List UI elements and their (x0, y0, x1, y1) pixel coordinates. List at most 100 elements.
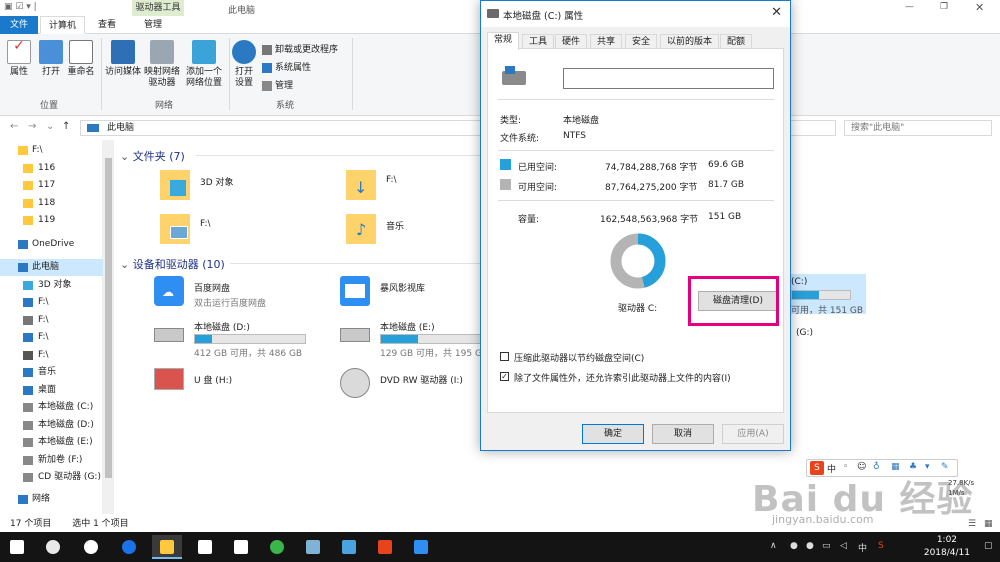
tab-hardware[interactable]: 硬件 (555, 34, 588, 49)
nav-item[interactable]: 本地磁盘 (D:) (0, 417, 103, 434)
index-checkbox[interactable]: ✓ (500, 372, 509, 381)
filesystem-value: NTFS (563, 131, 586, 141)
device-tile-dvd-i[interactable]: DVD RW 驱动器 (I:) (340, 368, 490, 398)
tray-app-icon[interactable]: ● (806, 541, 814, 551)
open-button[interactable]: 打开 (38, 40, 64, 78)
recent-chevron-icon[interactable]: ⌄ (46, 121, 54, 132)
taskbar-app[interactable] (370, 535, 400, 559)
search-input[interactable]: 搜索"此电脑" (844, 120, 992, 136)
nav-item[interactable]: F:\ (0, 347, 103, 364)
open-settings-button[interactable]: 打开设置 (231, 40, 257, 89)
nav-item[interactable]: F:\ (0, 312, 103, 329)
start-button[interactable] (2, 535, 32, 559)
taskbar-app[interactable] (226, 535, 256, 559)
uninstall-programs-button[interactable]: 卸载或更改程序 (262, 44, 338, 56)
ime-indicator[interactable]: 中 (858, 541, 867, 554)
nav-item[interactable]: 音乐 (0, 364, 103, 381)
nav-item[interactable]: 本地磁盘 (E:) (0, 434, 103, 451)
tab-manage[interactable]: 管理 (136, 16, 170, 34)
system-properties-button[interactable]: 系统属性 (262, 62, 311, 74)
nav-item[interactable]: 116 (0, 160, 103, 177)
sogou-tray-icon[interactable]: S (878, 541, 884, 551)
nav-item[interactable]: F:\ (0, 294, 103, 311)
taskbar-app[interactable] (190, 535, 220, 559)
clock[interactable]: 1:02 2018/4/11 (924, 534, 970, 560)
network-icon[interactable]: ▭ (822, 541, 831, 551)
nav-item[interactable]: 网络 (0, 491, 103, 508)
nav-item[interactable]: OneDrive (0, 236, 103, 253)
rename-button[interactable]: 重命名 (66, 40, 96, 78)
nav-item[interactable]: 117 (0, 177, 103, 194)
notification-icon[interactable]: ▢ (984, 541, 993, 551)
forward-icon[interactable]: → (28, 121, 36, 132)
folder-tile[interactable]: ♪ 音乐 (346, 214, 496, 248)
device-tile-drive-c[interactable]: (C:) 可用，共 151 GB (786, 274, 866, 316)
tab-file[interactable]: 文件 (0, 16, 38, 34)
compress-checkbox[interactable] (500, 352, 509, 361)
back-icon[interactable]: ← (10, 121, 18, 132)
tab-general[interactable]: 常规 (487, 32, 520, 50)
device-tile-usb-h[interactable]: U 盘 (H:) (154, 368, 324, 398)
drive-usage-bar (791, 290, 851, 300)
apply-button[interactable]: 应用(A) (722, 424, 784, 444)
taskbar-app[interactable] (298, 535, 328, 559)
close-icon[interactable]: ✕ (975, 1, 984, 14)
pictures-folder-icon (160, 214, 190, 244)
free-space-swatch (500, 179, 511, 190)
dialog-close-icon[interactable]: ✕ (771, 5, 782, 20)
device-tile-drive-d[interactable]: 本地磁盘 (D:) 412 GB 可用，共 486 GB (154, 318, 324, 359)
nav-item[interactable]: F:\ (0, 329, 103, 346)
taskbar-app[interactable] (76, 535, 106, 559)
free-space-bytes: 87,764,275,200 字节 (605, 183, 698, 193)
tray-chevron-icon[interactable]: ∧ (770, 541, 777, 551)
taskbar-app[interactable] (406, 535, 436, 559)
manage-button[interactable]: 管理 (262, 80, 293, 92)
tiles-view-icon[interactable]: ▦ (984, 516, 993, 532)
ok-button[interactable]: 确定 (582, 424, 644, 444)
nav-scrollbar[interactable] (103, 140, 114, 514)
nav-item[interactable]: 118 (0, 195, 103, 212)
nav-scrollbar-thumb[interactable] (105, 158, 112, 478)
drive-g-label[interactable]: (G:) (796, 328, 813, 338)
volume-icon[interactable]: ◁ (840, 541, 847, 551)
tab-quota[interactable]: 配额 (720, 34, 753, 49)
nav-item[interactable]: 119 (0, 212, 103, 229)
tab-view[interactable]: 查看 (90, 16, 124, 34)
cancel-button[interactable]: 取消 (652, 424, 714, 444)
taskbar-explorer[interactable] (152, 535, 182, 559)
taskbar-app[interactable] (38, 535, 68, 559)
taskbar-app[interactable] (334, 535, 364, 559)
nav-item[interactable]: 3D 对象 (0, 277, 103, 294)
restore-icon[interactable]: ❐ (940, 2, 948, 12)
minimize-icon[interactable]: — (905, 2, 914, 12)
up-icon[interactable]: ↑ (62, 121, 70, 132)
taskbar-app[interactable] (262, 535, 292, 559)
nav-item[interactable]: F:\ (0, 142, 103, 159)
tab-security[interactable]: 安全 (625, 34, 658, 49)
folder-tile[interactable]: ↓ F:\ (346, 170, 496, 204)
window-title: 此电脑 (228, 6, 256, 16)
nav-item[interactable]: 桌面 (0, 382, 103, 399)
map-network-drive-button[interactable]: 映射网络驱动器 (142, 40, 182, 89)
folder-tile[interactable]: 3D 对象 (160, 170, 310, 204)
properties-button[interactable]: ✓ 属性 (6, 39, 32, 78)
nav-item[interactable]: 此电脑 (0, 259, 103, 276)
tab-previous-versions[interactable]: 以前的版本 (660, 34, 720, 49)
add-network-location-button[interactable]: 添加一个网络位置 (182, 40, 226, 89)
nav-item[interactable]: 本地磁盘 (C:) (0, 399, 103, 416)
tray-app-icon[interactable]: ● (790, 541, 798, 551)
access-media-button[interactable]: 访问媒体 (104, 40, 142, 78)
tab-tools[interactable]: 工具 (522, 34, 555, 49)
folder-tile[interactable]: F:\ (160, 214, 310, 248)
device-tile-baidu-netdisk[interactable]: ☁ 百度网盘 双击运行百度网盘 (154, 276, 324, 310)
tab-sharing[interactable]: 共享 (590, 34, 623, 49)
nav-item-icon (18, 494, 28, 504)
volume-label-input[interactable] (563, 68, 774, 89)
dialog-titlebar[interactable]: 本地磁盘 (C:) 属性 ✕ (481, 1, 790, 27)
taskbar-app[interactable] (114, 535, 144, 559)
device-tile-drive-e[interactable]: 本地磁盘 (E:) 129 GB 可用，共 195 GB (340, 318, 492, 359)
nav-item[interactable]: 新加卷 (F:) (0, 452, 103, 469)
quick-access-toolbar[interactable]: ▣ ☑ ▾ | (4, 2, 37, 12)
nav-item[interactable]: CD 驱动器 (G:) (0, 469, 103, 486)
tab-computer[interactable]: 计算机 (40, 16, 86, 34)
